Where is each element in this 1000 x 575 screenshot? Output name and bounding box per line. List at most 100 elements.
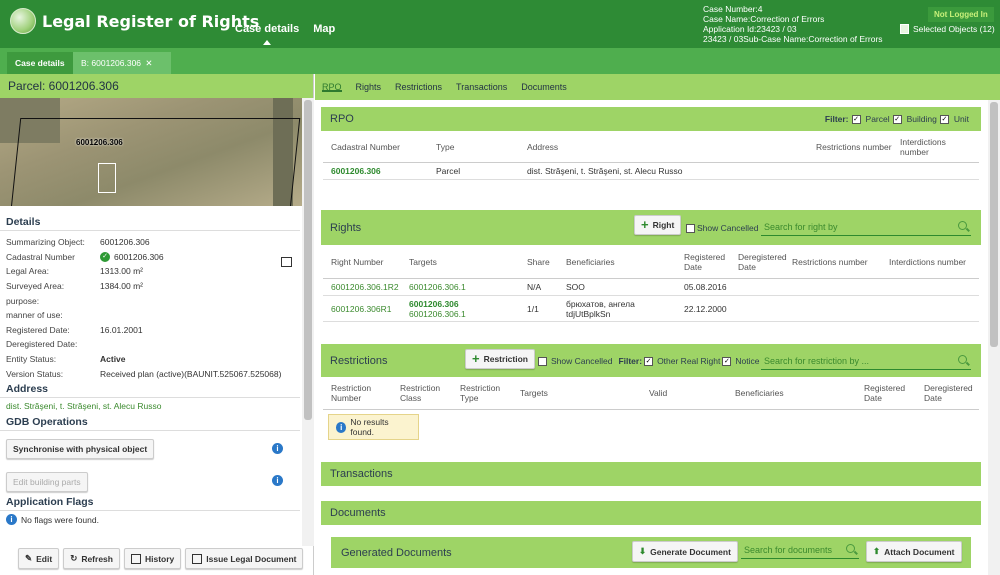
documents-panel[interactable]: Documents: [321, 501, 981, 525]
parcel-checkbox[interactable]: ✓: [851, 114, 861, 124]
other-real-right-checkbox[interactable]: ✓: [644, 356, 654, 366]
table-cell: брюхатов, ангела tdjUtBplkSn: [558, 299, 676, 319]
rights-title: Rights: [330, 221, 362, 234]
rights-show-cancelled[interactable]: Show Cancelled: [686, 223, 758, 233]
edit-button[interactable]: ✎ Edit: [18, 548, 60, 569]
column-header[interactable]: Registered Date: [856, 383, 916, 403]
detail-key: Summarizing Object:: [6, 237, 85, 248]
column-header[interactable]: Share: [519, 257, 558, 267]
add-right-label: Right: [652, 220, 675, 230]
column-header[interactable]: Cadastral Number: [323, 142, 428, 152]
close-icon[interactable]: ✕: [145, 58, 152, 68]
left-scrollbar-thumb[interactable]: [304, 100, 312, 420]
left-scrollbar[interactable]: [302, 98, 314, 546]
column-header[interactable]: Address: [519, 142, 808, 152]
right-number-link[interactable]: 6001206.306R1: [323, 304, 401, 314]
tab-case-details[interactable]: Case details: [7, 52, 73, 74]
column-header[interactable]: Right Number: [323, 257, 401, 267]
detail-row: Entity Status: Active: [0, 352, 300, 367]
column-header[interactable]: Registered Date: [676, 252, 730, 272]
search-icon[interactable]: [958, 221, 967, 230]
nav-map[interactable]: Map: [313, 23, 335, 35]
summarizing-object-link[interactable]: 6001206.306: [100, 237, 150, 247]
synchronise-button[interactable]: Synchronise with physical object: [6, 438, 155, 459]
documents-search-placeholder: Search for documents: [744, 545, 833, 555]
target-link[interactable]: 6001206.306: [409, 299, 519, 309]
building-checkbox[interactable]: ✓: [892, 114, 902, 124]
login-status[interactable]: Not Logged In: [928, 7, 994, 22]
column-header[interactable]: Interdictions number: [881, 257, 975, 267]
column-header[interactable]: Restriction Class: [392, 383, 452, 403]
show-cancelled-checkbox[interactable]: [686, 223, 695, 233]
column-header[interactable]: Targets: [512, 388, 641, 398]
add-restriction-button[interactable]: + Restriction: [465, 349, 535, 369]
external-link-icon[interactable]: [281, 257, 292, 267]
info-icon[interactable]: i: [272, 474, 283, 486]
refresh-button[interactable]: ↻ Refresh: [63, 548, 120, 569]
cadastral-number-link[interactable]: 6001206.306: [323, 166, 428, 176]
rights-search-input[interactable]: Search for right by: [761, 220, 971, 236]
target-link[interactable]: 6001206.306.1: [401, 282, 519, 292]
subnav-restrictions[interactable]: Restrictions: [395, 82, 442, 92]
column-header[interactable]: Restrictions number: [784, 257, 881, 267]
filter-label: Filter:: [824, 114, 849, 124]
brand[interactable]: Legal Register of Rights: [10, 8, 259, 34]
selected-objects-label: Selected Objects (12): [913, 24, 995, 34]
generate-document-button[interactable]: ⬇ Generate Document: [632, 541, 738, 562]
transactions-panel[interactable]: Transactions: [321, 462, 981, 486]
column-header[interactable]: Valid: [641, 388, 727, 398]
table-cell: Parcel: [436, 166, 461, 176]
column-header[interactable]: Beneficiaries: [727, 388, 856, 398]
subnav-transactions[interactable]: Transactions: [456, 82, 507, 92]
selected-objects[interactable]: Selected Objects (12): [900, 24, 995, 34]
restrictions-search-input[interactable]: Search for restriction by ...: [761, 354, 971, 370]
nav-case-details[interactable]: Case details: [235, 23, 299, 45]
address-link[interactable]: dist. Străşeni, t. Străşeni, st. Alecu R…: [6, 401, 161, 411]
tab-parcel[interactable]: B: 6001206.306 ✕: [73, 52, 171, 74]
column-header[interactable]: Beneficiaries: [558, 257, 676, 267]
issue-legal-document-button[interactable]: Issue Legal Document: [185, 548, 304, 569]
detail-key: Cadastral Number: [6, 251, 75, 262]
table-row[interactable]: 6001206.306R1 6001206.306 6001206.306.1 1…: [323, 296, 979, 322]
restrictions-search-placeholder: Search for restriction by ...: [764, 356, 870, 366]
column-header[interactable]: Targets: [401, 257, 519, 267]
detail-value: 6001206.306: [114, 251, 164, 262]
restrictions-filter-group: Show Cancelled Filter: ✓ Other Real Right…: [538, 356, 759, 366]
detail-key: manner of use:: [6, 310, 63, 321]
entity-status-badge: Active: [100, 354, 126, 365]
column-header[interactable]: Restrictions number: [808, 142, 892, 152]
search-icon[interactable]: [846, 544, 855, 553]
right-scrollbar-thumb[interactable]: [990, 102, 998, 347]
history-button[interactable]: History: [123, 548, 182, 569]
beneficiary: брюхатов, ангела: [566, 298, 635, 309]
column-header[interactable]: Interdictions number: [892, 137, 972, 157]
attach-document-button[interactable]: ⬆ Attach Document: [866, 541, 962, 562]
rpo-header: RPO Filter: ✓ Parcel ✓ Building ✓ Unit: [321, 107, 981, 131]
documents-search-input[interactable]: Search for documents: [741, 543, 859, 559]
show-cancelled-checkbox[interactable]: [538, 356, 547, 366]
right-scrollbar[interactable]: [988, 100, 1000, 575]
subnav-rights[interactable]: Rights: [356, 82, 382, 92]
column-header[interactable]: Deregistered Date: [916, 383, 976, 403]
edit-building-parts-button[interactable]: Edit building parts: [6, 471, 88, 492]
table-row[interactable]: 6001206.306 Parcel dist. Străşeni, t. St…: [323, 163, 979, 180]
info-icon[interactable]: i: [272, 442, 283, 454]
column-header[interactable]: Restriction Type: [452, 383, 512, 403]
right-number-link[interactable]: 6001206.306.1R2: [323, 282, 401, 292]
detail-row: manner of use:: [0, 308, 300, 323]
column-header[interactable]: Deregistered Date: [730, 252, 787, 272]
table-row[interactable]: 6001206.306.1R2 6001206.306.1 N/A SOO 05…: [323, 279, 979, 296]
unit-checkbox[interactable]: ✓: [939, 114, 949, 124]
column-header[interactable]: Type: [428, 142, 519, 152]
notice-checkbox[interactable]: ✓: [722, 356, 732, 366]
column-header[interactable]: Restriction Number: [323, 383, 392, 403]
subnav-rpo[interactable]: RPO: [322, 82, 342, 92]
search-icon[interactable]: [958, 355, 967, 364]
subnav-documents[interactable]: Documents: [521, 82, 567, 92]
detail-row: Deregistered Date:: [0, 337, 300, 352]
detail-row: Registered Date: 16.01.2001: [0, 323, 300, 338]
add-right-button[interactable]: + Right: [634, 215, 682, 235]
generate-document-label: Generate Document: [650, 546, 731, 557]
target-link[interactable]: 6001206.306.1: [409, 309, 519, 319]
no-flags-row: i No flags were found.: [0, 511, 300, 529]
